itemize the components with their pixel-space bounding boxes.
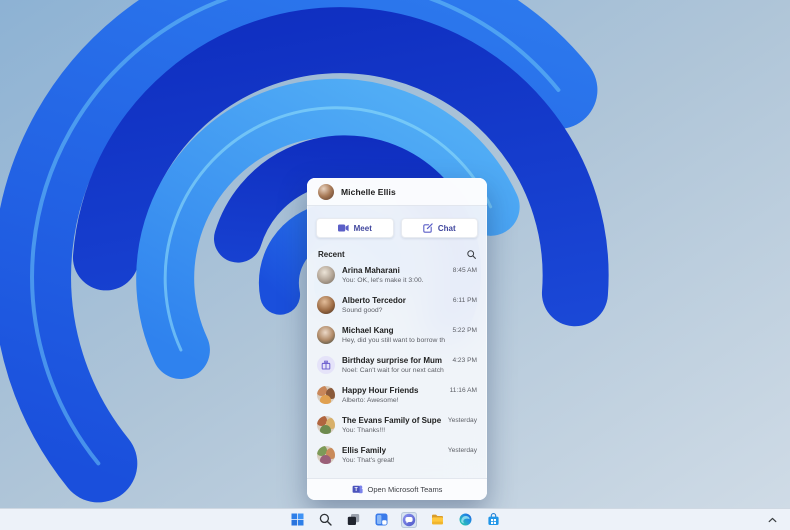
chat-item-arina-maharani[interactable]: Arina Maharani You: OK, let's make it 3:… — [315, 262, 479, 292]
file-explorer-icon — [431, 513, 444, 526]
chat-name: Arina Maharani — [342, 266, 446, 276]
group-avatar — [317, 386, 335, 404]
compose-icon — [423, 223, 433, 233]
store-button[interactable] — [485, 512, 501, 528]
desktop: Michelle Ellis Meet Chat Recent — [0, 0, 790, 530]
quick-actions: Meet Chat — [307, 206, 487, 247]
edge-browser-icon — [459, 513, 472, 526]
open-teams-button[interactable]: T Open Microsoft Teams — [307, 478, 487, 500]
group-avatar — [317, 446, 335, 464]
microsoft-store-icon — [487, 513, 500, 526]
chat-name: Michael Kang — [342, 326, 445, 336]
chat-item-evans-family[interactable]: The Evans Family of Supers You: Thanks!!… — [315, 412, 479, 442]
tray-overflow-button[interactable] — [768, 509, 777, 530]
chat-item-ellis-family[interactable]: Ellis Family You: That's great! Yesterda… — [315, 442, 479, 472]
search-icon — [319, 513, 332, 526]
recent-title: Recent — [318, 250, 345, 259]
gift-icon — [317, 356, 335, 374]
teams-chat-flyout: Michelle Ellis Meet Chat Recent — [307, 178, 487, 500]
flyout-header: Michelle Ellis — [307, 178, 487, 206]
taskbar — [0, 508, 790, 530]
chat-button-label: Chat — [438, 224, 456, 233]
chat-time: Yesterday — [448, 416, 477, 426]
recent-chat-list: Arina Maharani You: OK, let's make it 3:… — [307, 261, 487, 478]
chat-preview: You: That's great! — [342, 456, 441, 465]
person-avatar — [317, 266, 335, 284]
chat-time: 6:11 PM — [453, 296, 477, 306]
chevron-up-icon — [768, 517, 777, 523]
user-avatar — [318, 184, 334, 200]
chat-time: 4:23 PM — [452, 356, 477, 366]
file-explorer-button[interactable] — [429, 512, 445, 528]
meet-button[interactable]: Meet — [316, 218, 394, 238]
open-teams-label: Open Microsoft Teams — [368, 485, 443, 494]
chat-preview: Alberto: Awesome! — [342, 396, 443, 405]
recent-header: Recent — [307, 247, 487, 261]
chat-name: Birthday surprise for Mum — [342, 356, 445, 366]
chat-preview: You: OK, let's make it 3:00. — [342, 276, 446, 285]
chat-preview: Noel: Can't wait for our next catch up! — [342, 366, 445, 375]
chat-name: Ellis Family — [342, 446, 441, 456]
search-button[interactable] — [317, 512, 333, 528]
meet-button-label: Meet — [354, 224, 372, 233]
chat-item-birthday-surprise[interactable]: Birthday surprise for Mum Noel: Can't wa… — [315, 352, 479, 382]
chat-time: 11:16 AM — [450, 386, 477, 396]
edge-button[interactable] — [457, 512, 473, 528]
chat-preview: Sound good? — [342, 306, 446, 315]
teams-logo-icon: T — [352, 484, 363, 495]
person-avatar — [317, 326, 335, 344]
windows-logo-icon — [291, 513, 304, 526]
chat-name: Happy Hour Friends — [342, 386, 443, 396]
video-camera-icon — [338, 224, 349, 232]
user-name: Michelle Ellis — [341, 187, 396, 197]
task-view-button[interactable] — [345, 512, 361, 528]
chat-button[interactable] — [401, 512, 417, 528]
task-view-icon — [347, 513, 360, 526]
search-icon[interactable] — [467, 250, 476, 259]
chat-name: The Evans Family of Supers — [342, 416, 441, 426]
start-button[interactable] — [289, 512, 305, 528]
chat-time: 5:22 PM — [452, 326, 477, 336]
chat-item-happy-hour-friends[interactable]: Happy Hour Friends Alberto: Awesome! 11:… — [315, 382, 479, 412]
widgets-button[interactable] — [373, 512, 389, 528]
chat-item-alberto-tercedor[interactable]: Alberto Tercedor Sound good? 6:11 PM — [315, 292, 479, 322]
chat-preview: You: Thanks!!! — [342, 426, 441, 435]
group-avatar — [317, 416, 335, 434]
person-avatar — [317, 296, 335, 314]
chat-preview: Hey, did you still want to borrow the no… — [342, 336, 445, 345]
chat-item-michael-kang[interactable]: Michael Kang Hey, did you still want to … — [315, 322, 479, 352]
teams-chat-icon — [402, 513, 416, 527]
chat-time: Yesterday — [448, 446, 477, 456]
widgets-icon — [375, 513, 388, 526]
chat-name: Alberto Tercedor — [342, 296, 446, 306]
chat-new-button[interactable]: Chat — [401, 218, 479, 238]
chat-time: 8:45 AM — [453, 266, 477, 276]
